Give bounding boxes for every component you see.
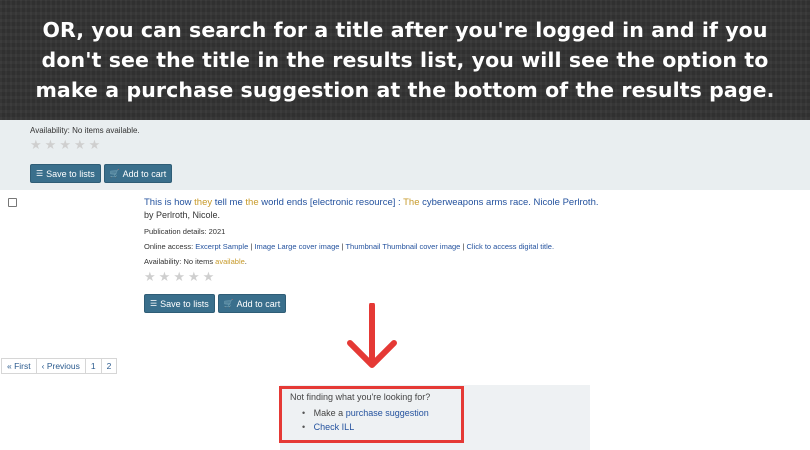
add-to-cart-button[interactable]: 🛒 Add to cart	[103, 164, 173, 183]
check-ill-link[interactable]: Check ILL	[314, 422, 355, 432]
publication-details: Publication details: 2021	[144, 227, 226, 236]
banner-text: OR, you can search for a title after you…	[35, 18, 775, 102]
instruction-banner: OR, you can search for a title after you…	[0, 0, 810, 120]
previous-page-link[interactable]: ‹ Previous	[35, 358, 86, 374]
save-to-lists-button[interactable]: ☰ Save to lists	[30, 164, 101, 183]
excerpt-sample-link[interactable]: Excerpt Sample	[195, 242, 248, 251]
list-item: Make a purchase suggestion	[302, 406, 429, 420]
not-finding-prompt: Not finding what you're looking for?	[290, 392, 431, 402]
select-checkbox[interactable]	[8, 198, 17, 207]
list-icon: ☰	[150, 299, 158, 308]
cart-icon: 🛒	[223, 299, 234, 308]
purchase-suggestion-link[interactable]: purchase suggestion	[346, 408, 429, 418]
star-icon[interactable]: ★	[30, 138, 42, 152]
availability: Availability: No items available.	[144, 257, 247, 266]
down-arrow-icon	[347, 303, 397, 368]
star-icon[interactable]: ★	[188, 270, 200, 284]
star-icon[interactable]: ★	[144, 270, 156, 284]
list-icon: ☰	[36, 169, 44, 178]
page-2-link[interactable]: 2	[100, 358, 118, 374]
previous-result-record: Availability: No items available. ★ ★ ★ …	[0, 120, 810, 190]
result-record: This is how they tell me the world ends …	[0, 190, 810, 320]
record-title-link[interactable]: This is how they tell me the world ends …	[144, 197, 599, 208]
star-icon[interactable]: ★	[203, 270, 215, 284]
thumbnail-cover-image-link[interactable]: Thumbnail Thumbnail cover image	[345, 242, 460, 251]
availability: Availability: No items available.	[30, 126, 140, 135]
pagination: « First ‹ Previous 1 2	[1, 358, 118, 374]
cart-icon: 🛒	[109, 169, 120, 178]
star-icon[interactable]: ★	[173, 270, 185, 284]
star-icon[interactable]: ★	[159, 270, 171, 284]
star-icon[interactable]: ★	[45, 138, 57, 152]
large-cover-image-link[interactable]: Image Large cover image	[254, 242, 339, 251]
save-to-lists-button[interactable]: ☰ Save to lists	[144, 294, 215, 313]
suggestion-options: Make a purchase suggestion Check ILL	[302, 406, 429, 434]
add-to-cart-button[interactable]: 🛒 Add to cart	[217, 294, 287, 313]
first-page-link[interactable]: « First	[1, 358, 37, 374]
record-author: by Perlroth, Nicole.	[144, 210, 221, 220]
digital-title-link[interactable]: Click to access digital title.	[467, 242, 555, 251]
star-icon[interactable]: ★	[74, 138, 86, 152]
online-access: Online access: Excerpt Sample | Image La…	[144, 242, 555, 251]
rating-stars[interactable]: ★ ★ ★ ★ ★	[30, 138, 100, 152]
star-icon[interactable]: ★	[89, 138, 101, 152]
rating-stars[interactable]: ★ ★ ★ ★ ★	[144, 270, 214, 284]
star-icon[interactable]: ★	[59, 138, 71, 152]
list-item: Check ILL	[302, 420, 429, 434]
page-1-link[interactable]: 1	[84, 358, 102, 374]
